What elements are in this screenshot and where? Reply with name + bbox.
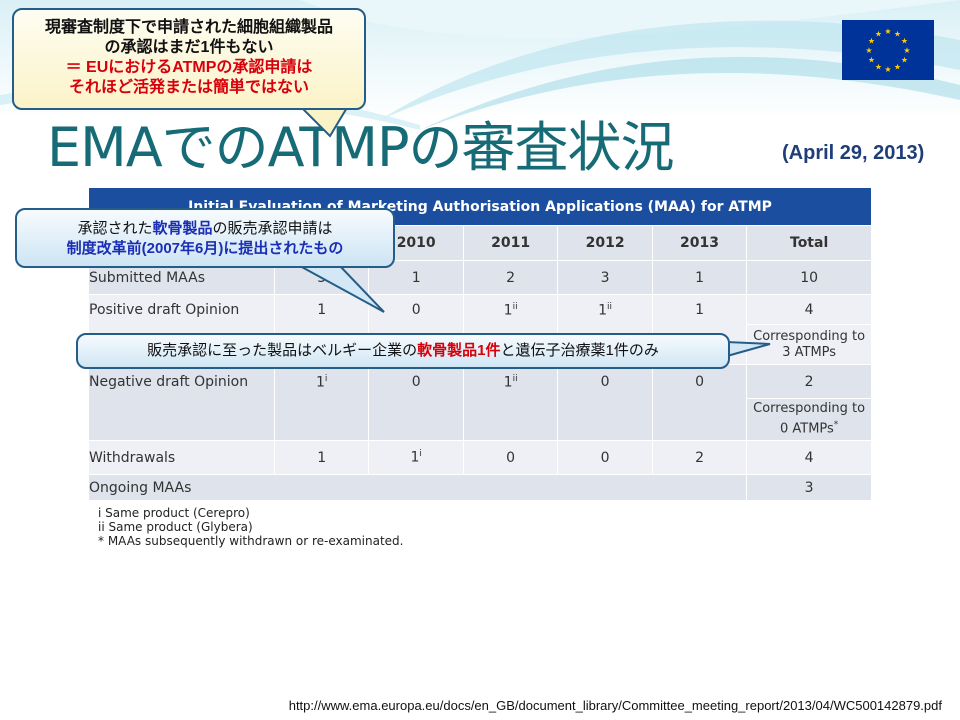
footnote: * MAAs subsequently withdrawn or re-exam… — [98, 534, 404, 548]
cell-corresponding: Corresponding to 0 ATMPs* — [746, 398, 872, 441]
slide-date: (April 29, 2013) — [782, 142, 925, 164]
cell-2013: 0 — [651, 364, 748, 441]
cell-total: 4 — [746, 440, 872, 475]
slide-title: EMAでのATMPの審査状況 — [47, 116, 675, 179]
cell-2010: 0 — [368, 364, 464, 441]
header-2012: 2012 — [557, 225, 653, 261]
header-2013: 2013 — [651, 225, 748, 261]
flag-star: ★ — [894, 63, 901, 72]
flag-star: ★ — [875, 63, 882, 72]
cell-2013: 2 — [651, 440, 748, 475]
flag-star: ★ — [903, 46, 910, 55]
cell-2010: 1i — [368, 440, 464, 475]
source-link[interactable]: http://www.ema.europa.eu/docs/en_GB/docu… — [289, 698, 942, 713]
flag-star: ★ — [875, 30, 882, 39]
row-label: Ongoing MAAs — [87, 474, 748, 501]
cell-corresponding: Corresponding to 3 ATMPs — [746, 324, 872, 365]
cell-total: 3 — [746, 474, 872, 501]
callout-no-approval: 現審査制度下で申請された細胞組織製品 の承認はまだ1件もない ＝ EUにおけるA… — [12, 8, 366, 110]
table-row-ongoing: Ongoing MAAs 3 — [87, 474, 872, 501]
cell-2013: 1 — [651, 260, 748, 295]
cell-2011: 2 — [462, 260, 559, 295]
cell-2009: 1 — [273, 440, 370, 475]
flag-star: ★ — [884, 27, 891, 36]
cell-2011: 0 — [462, 440, 559, 475]
cell-2009: 1i — [273, 364, 370, 441]
cell-total: 4 — [746, 294, 872, 325]
row-label: Withdrawals — [88, 440, 275, 475]
table-row-positive: Positive draft Opinion 1 0 1ii 1ii 1 4 — [88, 294, 872, 365]
footnote: ii Same product (Glybera) — [98, 520, 253, 534]
cell-2012: 0 — [557, 364, 653, 441]
header-total: Total — [746, 225, 872, 261]
row-label: Negative draft Opinion — [88, 364, 275, 441]
flag-star: ★ — [901, 37, 908, 46]
callout-approved-products: 販売承認に至った製品はベルギー企業の軟骨製品1件と遺伝子治療薬1件のみ — [76, 333, 730, 369]
cell-total: 2 — [746, 364, 872, 399]
eu-flag-icon: ★ ★ ★ ★ ★ ★ ★ ★ ★ ★ ★ ★ — [842, 20, 934, 80]
flag-star: ★ — [865, 46, 872, 55]
table-footnotes: i Same product (Cerepro) ii Same product… — [88, 501, 874, 553]
cell-2011: 1ii — [462, 364, 559, 441]
header-2011: 2011 — [462, 225, 559, 261]
flag-star: ★ — [884, 65, 891, 74]
footnote: i Same product (Cerepro) — [98, 506, 250, 520]
table-row-withdrawals: Withdrawals 1 1i 0 0 2 4 — [88, 440, 872, 475]
flag-star: ★ — [868, 56, 875, 65]
cell-2012: 0 — [557, 440, 653, 475]
cell-total: 10 — [746, 260, 872, 295]
cell-2012: 3 — [557, 260, 653, 295]
table-row-negative: Negative draft Opinion 1i 0 1ii 0 0 2 — [88, 364, 872, 441]
flag-star: ★ — [901, 56, 908, 65]
callout-cartilage-product: 承認された軟骨製品の販売承認申請は 制度改革前(2007年6月)に提出されたもの — [15, 208, 395, 268]
